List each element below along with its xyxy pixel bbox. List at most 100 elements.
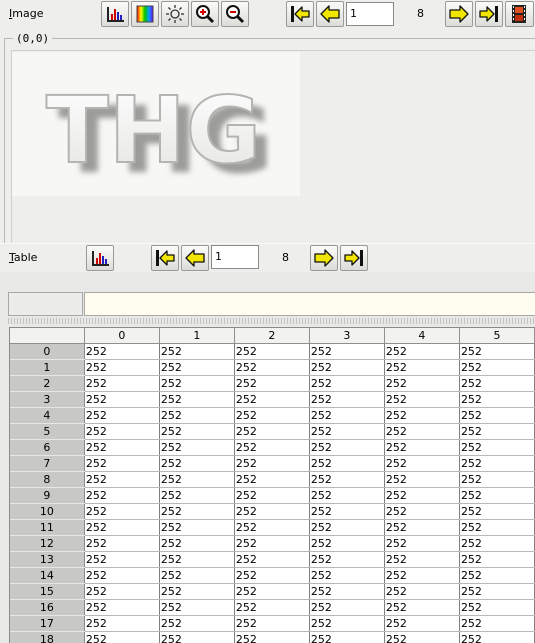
table-cell[interactable]: 252	[384, 567, 460, 584]
first-page-button[interactable]	[286, 1, 314, 27]
table-cell[interactable]: 252	[384, 631, 460, 643]
table-page-input[interactable]: 1	[211, 245, 259, 269]
table-cell[interactable]: 252	[234, 615, 310, 632]
table-cell[interactable]: 252	[384, 359, 460, 376]
table-cell[interactable]: 252	[84, 599, 160, 616]
table-cell[interactable]: 252	[459, 343, 535, 360]
column-header[interactable]: 1	[159, 328, 235, 344]
table-cell[interactable]: 252	[459, 359, 535, 376]
table-previous-page-button[interactable]	[181, 245, 209, 271]
table-cell[interactable]: 252	[234, 631, 310, 643]
table-cell[interactable]: 252	[384, 343, 460, 360]
table-cell[interactable]: 252	[84, 375, 160, 392]
row-header[interactable]: 6	[10, 439, 85, 456]
row-header[interactable]: 15	[10, 583, 85, 600]
table-cell[interactable]: 252	[84, 519, 160, 536]
row-header[interactable]: 10	[10, 503, 85, 520]
table-cell[interactable]: 252	[459, 583, 535, 600]
table-cell[interactable]: 252	[459, 455, 535, 472]
table-cell[interactable]: 252	[459, 551, 535, 568]
table-cell[interactable]: 252	[384, 583, 460, 600]
table-cell[interactable]: 252	[159, 519, 235, 536]
table-cell[interactable]: 252	[384, 551, 460, 568]
table-cell[interactable]: 252	[84, 551, 160, 568]
table-cell[interactable]: 252	[309, 375, 385, 392]
table-cell[interactable]: 252	[309, 439, 385, 456]
table-cell[interactable]: 252	[234, 391, 310, 408]
table-cell[interactable]: 252	[459, 391, 535, 408]
table-cell[interactable]: 252	[234, 519, 310, 536]
row-header[interactable]: 0	[10, 343, 85, 360]
row-header[interactable]: 5	[10, 423, 85, 440]
row-header[interactable]: 14	[10, 567, 85, 584]
table-cell[interactable]: 252	[234, 599, 310, 616]
table-last-page-button[interactable]	[340, 245, 368, 271]
table-cell[interactable]: 252	[459, 503, 535, 520]
table-cell[interactable]: 252	[84, 615, 160, 632]
table-cell[interactable]: 252	[384, 535, 460, 552]
table-cell[interactable]: 252	[309, 487, 385, 504]
table-cell[interactable]: 252	[234, 535, 310, 552]
table-cell[interactable]: 252	[84, 503, 160, 520]
table-cell[interactable]: 252	[384, 439, 460, 456]
table-cell[interactable]: 252	[384, 455, 460, 472]
zoom-in-button[interactable]	[191, 1, 219, 27]
palette-button[interactable]	[131, 1, 159, 27]
previous-page-button[interactable]	[316, 1, 344, 27]
table-cell[interactable]: 252	[84, 567, 160, 584]
table-cell[interactable]: 252	[309, 551, 385, 568]
table-cell[interactable]: 252	[234, 567, 310, 584]
table-cell[interactable]: 252	[459, 375, 535, 392]
table-cell[interactable]: 252	[84, 631, 160, 643]
table-cell[interactable]: 252	[459, 599, 535, 616]
histogram-button[interactable]	[101, 1, 129, 27]
column-header[interactable]: 5	[459, 328, 535, 344]
table-cell[interactable]: 252	[84, 471, 160, 488]
table-cell[interactable]: 252	[459, 423, 535, 440]
table-histogram-button[interactable]	[86, 245, 114, 271]
table-cell[interactable]: 252	[459, 439, 535, 456]
table-cell[interactable]: 252	[309, 471, 385, 488]
table-cell[interactable]: 252	[84, 487, 160, 504]
table-cell[interactable]: 252	[309, 455, 385, 472]
animation-button[interactable]	[505, 1, 534, 27]
table-cell[interactable]: 252	[234, 359, 310, 376]
table-cell[interactable]: 252	[309, 535, 385, 552]
table-cell[interactable]: 252	[234, 471, 310, 488]
row-header[interactable]: 16	[10, 599, 85, 616]
table-cell[interactable]: 252	[159, 359, 235, 376]
table-cell[interactable]: 252	[384, 407, 460, 424]
table-cell[interactable]: 252	[459, 567, 535, 584]
table-cell[interactable]: 252	[159, 375, 235, 392]
table-cell[interactable]: 252	[459, 519, 535, 536]
table-cell[interactable]: 252	[459, 487, 535, 504]
table-cell[interactable]: 252	[459, 535, 535, 552]
table-cell[interactable]: 252	[309, 391, 385, 408]
table-cell[interactable]: 252	[309, 615, 385, 632]
row-header[interactable]: 11	[10, 519, 85, 536]
row-header[interactable]: 9	[10, 487, 85, 504]
table-cell[interactable]: 252	[159, 583, 235, 600]
table-cell[interactable]: 252	[309, 631, 385, 643]
table-first-page-button[interactable]	[151, 245, 179, 271]
row-header[interactable]: 12	[10, 535, 85, 552]
table-cell[interactable]: 252	[84, 439, 160, 456]
table-cell[interactable]: 252	[159, 423, 235, 440]
next-page-button[interactable]	[445, 1, 473, 27]
zoom-out-button[interactable]	[221, 1, 249, 27]
table-cell[interactable]: 252	[384, 503, 460, 520]
data-table-scroll[interactable]: 012345 0 252 252 252 252 252 252 1 252 252 252 252 2…	[9, 327, 535, 643]
table-cell[interactable]: 252	[234, 439, 310, 456]
table-cell[interactable]: 252	[384, 519, 460, 536]
table-cell[interactable]: 252	[159, 615, 235, 632]
table-cell[interactable]: 252	[159, 535, 235, 552]
row-header[interactable]: 17	[10, 615, 85, 632]
table-cell[interactable]: 252	[384, 615, 460, 632]
table-cell[interactable]: 252	[159, 567, 235, 584]
table-cell[interactable]: 252	[384, 423, 460, 440]
table-cell[interactable]: 252	[159, 471, 235, 488]
table-cell[interactable]: 252	[159, 503, 235, 520]
table-cell[interactable]: 252	[309, 599, 385, 616]
table-cell[interactable]: 252	[234, 423, 310, 440]
table-next-page-button[interactable]	[310, 245, 338, 271]
